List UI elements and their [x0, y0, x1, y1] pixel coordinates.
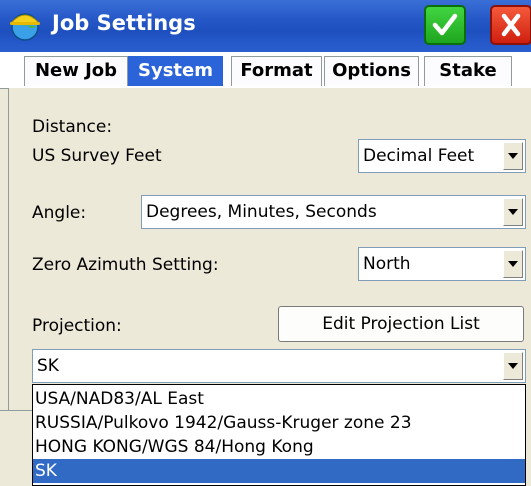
angle-label: Angle: — [32, 203, 87, 223]
title-bar: Job Settings — [0, 0, 531, 52]
distance-units-label: US Survey Feet — [32, 146, 162, 166]
projection-dropdown-list: USA/NAD83/AL East RUSSIA/Pulkovo 1942/Ga… — [32, 384, 526, 486]
projection-option[interactable]: RUSSIA/Pulkovo 1942/Gauss-Kruger zone 23 — [33, 411, 525, 435]
globe-hardhat-icon — [8, 8, 42, 42]
edit-projection-list-button[interactable]: Edit Projection List — [278, 306, 524, 342]
chevron-down-icon[interactable] — [503, 198, 523, 226]
ok-button[interactable] — [424, 5, 466, 45]
close-button[interactable] — [490, 5, 531, 45]
tab-new-job[interactable]: New Job — [24, 56, 128, 86]
tab-strip: New Job System Format Options Stake — [0, 52, 531, 89]
window-title: Job Settings — [52, 11, 196, 35]
distance-format-value: Decimal Feet — [363, 146, 475, 166]
angle-select[interactable]: Degrees, Minutes, Seconds — [141, 195, 526, 229]
tab-stake[interactable]: Stake — [424, 56, 512, 86]
zero-azimuth-select[interactable]: North — [358, 247, 526, 281]
projection-value: SK — [37, 356, 59, 376]
chevron-down-icon[interactable] — [503, 142, 523, 170]
projection-option[interactable]: HONG KONG/WGS 84/Hong Kong — [33, 435, 525, 459]
tab-system[interactable]: System — [128, 56, 223, 86]
zero-azimuth-value: North — [363, 254, 411, 274]
projection-label: Projection: — [32, 316, 122, 336]
zero-azimuth-label: Zero Azimuth Setting: — [32, 255, 219, 275]
distance-format-select[interactable]: Decimal Feet — [358, 139, 526, 173]
projection-option[interactable]: USA/NAD83/AL East — [33, 387, 525, 411]
projection-option-selected[interactable]: SK — [33, 459, 525, 483]
chevron-down-icon[interactable] — [503, 352, 523, 380]
tab-format[interactable]: Format — [231, 56, 322, 86]
distance-label: Distance: — [32, 117, 113, 137]
angle-value: Degrees, Minutes, Seconds — [146, 202, 377, 222]
chevron-down-icon[interactable] — [503, 250, 523, 278]
projection-select[interactable]: SK — [32, 349, 526, 383]
tab-options[interactable]: Options — [324, 56, 419, 86]
panel-divider — [0, 410, 32, 411]
